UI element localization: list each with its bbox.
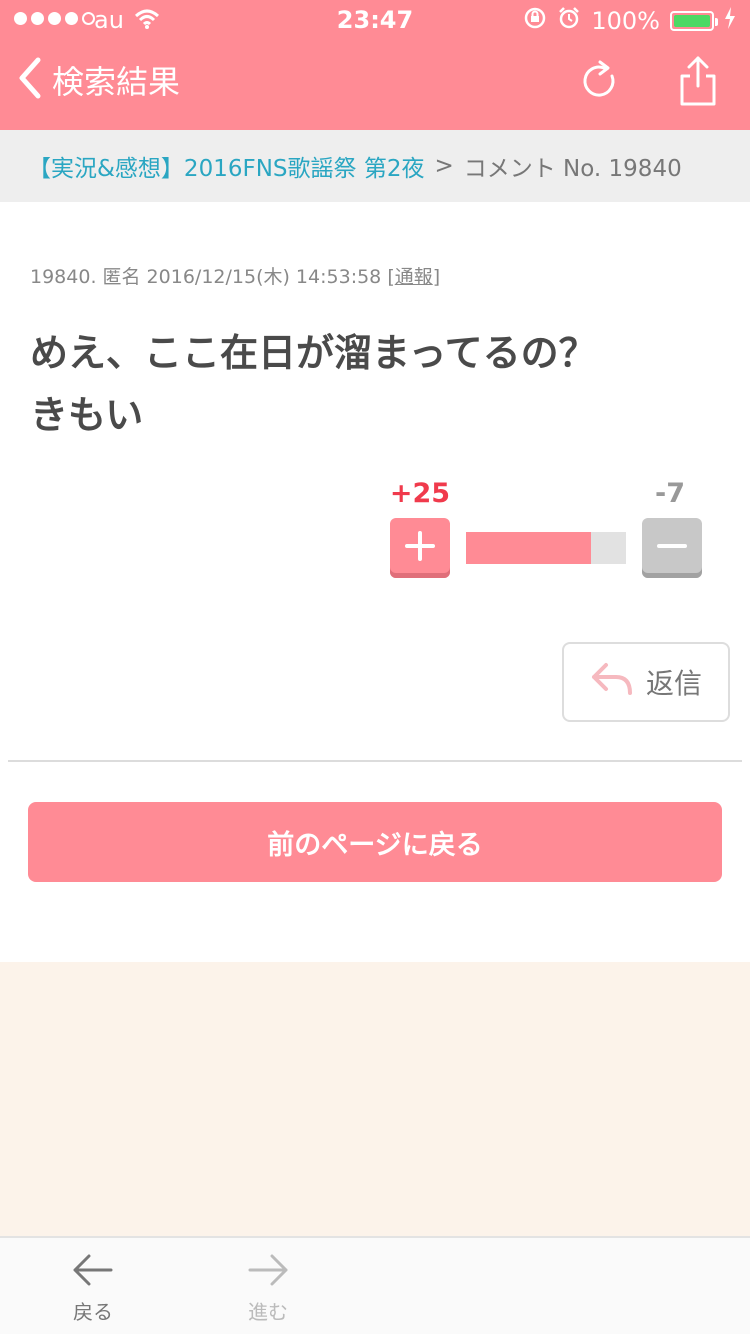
report-bracket-close: ] (432, 266, 441, 288)
app-header: au 23:47 100% 検索結果 (0, 0, 750, 130)
comment-body: めえ、ここ在日が溜まってるの？ きもい (30, 322, 720, 446)
comment-body-line: めえ、ここ在日が溜まってるの？ (30, 331, 597, 375)
footer-area (0, 962, 750, 1236)
breadcrumb-separator: > (434, 153, 454, 179)
toolbar-forward-button[interactable]: 進む (218, 1252, 318, 1325)
breadcrumb: 【実況&感想】2016FNS歌謡祭 第2夜 > コメント No. 19840 (0, 130, 750, 202)
minus-vote-count: -7 (655, 478, 685, 509)
comment-meta: 19840. 匿名 2016/12/15(木) 14:53:58 [通報] (30, 262, 440, 289)
back-button-label: 検索結果 (52, 63, 181, 101)
comment-body-line: きもい (30, 393, 144, 437)
status-right: 100% (523, 6, 736, 36)
minus-icon (657, 531, 687, 565)
divider (8, 760, 742, 762)
vote-ratio-bar (466, 532, 626, 564)
toolbar-forward-label: 進む (248, 1300, 288, 1324)
bottom-toolbar: 戻る 進む (0, 1236, 750, 1334)
status-bar: au 23:47 100% (0, 0, 750, 40)
plus-icon (405, 531, 435, 565)
breadcrumb-topic-link[interactable]: 【実況&感想】2016FNS歌謡祭 第2夜 (28, 149, 424, 183)
arrow-right-icon (246, 1254, 290, 1292)
share-icon[interactable] (676, 54, 720, 106)
battery-percent: 100% (591, 7, 660, 35)
reply-button[interactable]: 返信 (562, 642, 730, 722)
back-to-search-button[interactable]: 検索結果 (16, 56, 180, 104)
nav-bar: 検索結果 (0, 40, 750, 130)
report-link[interactable]: 通報 (395, 266, 433, 288)
toolbar-back-button[interactable]: 戻る (43, 1252, 143, 1325)
reply-arrow-icon (590, 661, 634, 704)
comment-meta-text: 19840. 匿名 2016/12/15(木) 14:53:58 (30, 266, 388, 288)
minus-vote-button[interactable] (642, 518, 702, 578)
chevron-left-icon (16, 56, 42, 104)
vote-ratio-fill (466, 532, 591, 564)
report-bracket-open: [ (387, 266, 395, 288)
prev-page-button[interactable]: 前のページに戻る (28, 802, 722, 882)
reload-icon[interactable] (578, 58, 622, 108)
rotation-lock-icon (523, 6, 547, 36)
battery-icon (670, 11, 718, 31)
charging-icon (724, 7, 736, 35)
reply-label: 返信 (645, 667, 702, 700)
plus-vote-button[interactable] (390, 518, 450, 578)
plus-vote-count: +25 (389, 478, 451, 509)
toolbar-back-label: 戻る (73, 1300, 113, 1324)
breadcrumb-current: コメント No. 19840 (463, 156, 682, 182)
arrow-left-icon (71, 1254, 115, 1292)
alarm-icon (557, 6, 581, 36)
